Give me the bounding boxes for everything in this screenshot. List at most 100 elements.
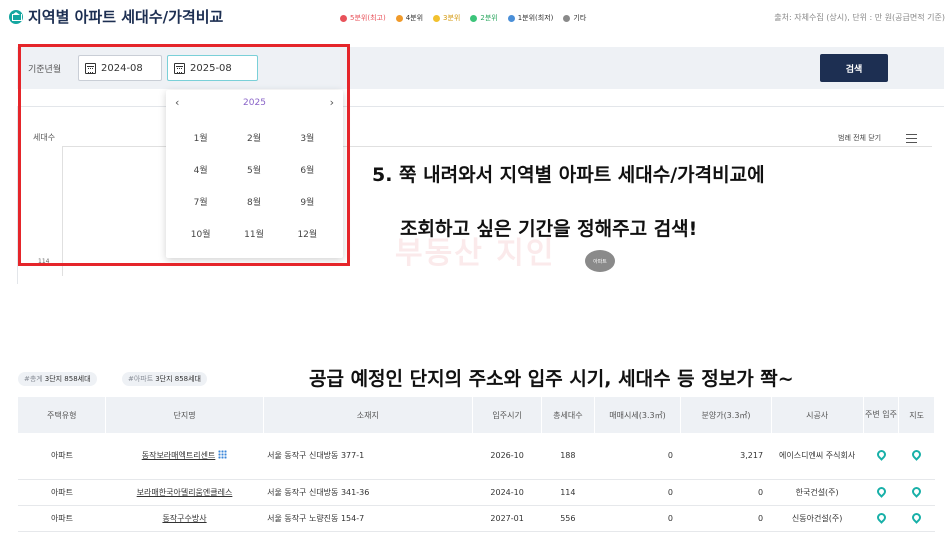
month-option[interactable]: 6월: [281, 164, 334, 178]
search-button[interactable]: 검색: [820, 54, 888, 82]
sale-price-cell: 0: [594, 505, 681, 532]
annotation-caption: 5. 쭉 내려와서 지역별 아파트 세대수/가격비교에: [372, 164, 765, 186]
badge-value: 3단지 858세대: [155, 375, 201, 383]
complex-link[interactable]: 동작구수방사: [162, 514, 206, 523]
legend-label: 1분위(최저): [517, 14, 554, 22]
address-cell: 서울 동작구 신대방동 377-1: [263, 433, 473, 480]
table-header-row: 주택유형 단지명 소재지 입주시기 총세대수 매매시세(3.3㎡) 분양가(3.…: [18, 397, 935, 433]
legend-dot: [507, 14, 515, 22]
map-pin-icon[interactable]: [874, 484, 888, 498]
legend-item[interactable]: 1분위(최저): [507, 13, 554, 23]
map-pin-icon[interactable]: [910, 510, 924, 524]
calendar-icon: [85, 62, 96, 74]
close-all-legends-button[interactable]: 범례 전체 닫기: [838, 133, 881, 143]
table-row: 아파트 동작보라매엑트리센트 서울 동작구 신대방동 377-1 2026-10…: [18, 433, 935, 480]
month-option[interactable]: 7월: [174, 196, 227, 210]
map-cell: [898, 505, 935, 532]
column-header: 매매시세(3.3㎡): [594, 397, 682, 433]
complex-link[interactable]: 보라매한국아델리움엔클레스: [137, 488, 233, 497]
legend-label: 5분위(최고): [350, 14, 386, 22]
watermark-badge: 아파트: [585, 250, 615, 272]
builder-cell: 한국건설(주): [771, 479, 864, 506]
page-header: 지역별 아파트 세대수/가격비교 5분위(최고) 4분위 3분위 2분위 1분위…: [0, 0, 947, 36]
complex-link[interactable]: 동작보라매엑트리센트: [142, 451, 216, 460]
legend-label: 기타: [573, 14, 587, 22]
table-row: 아파트 동작구수방사 서울 동작구 노량진동 154-7 2027-01 556…: [18, 505, 935, 532]
table-row: 아파트 보라매한국아델리움엔클레스 서울 동작구 신대방동 341-36 202…: [18, 479, 935, 506]
legend-label: 4분위: [405, 14, 424, 22]
column-header: 시공사: [771, 397, 864, 433]
builder-cell: 에이스디엔씨 주식회사: [771, 433, 864, 480]
quintile-legend: 5분위(최고) 4분위 3분위 2분위 1분위(최저) 기타: [340, 13, 586, 23]
start-month-value: 2024-08: [101, 62, 143, 74]
legend-item[interactable]: 4분위: [395, 13, 424, 23]
map-pin-icon[interactable]: [874, 448, 888, 462]
move-in-cell: 2024-10: [472, 479, 542, 506]
legend-item[interactable]: 3분위: [433, 13, 460, 23]
complex-cell: 동작보라매엑트리센트: [105, 433, 264, 480]
month-option[interactable]: 2월: [227, 132, 280, 146]
legend-dot: [433, 14, 441, 22]
hamburger-menu-icon[interactable]: [906, 134, 917, 143]
nearby-cell: [863, 505, 899, 532]
month-option[interactable]: 1월: [174, 132, 227, 146]
chart-y-label: 세대수: [33, 133, 56, 142]
legend-item[interactable]: 기타: [563, 13, 586, 23]
move-in-cell: 2027-01: [472, 505, 542, 532]
end-month-field[interactable]: 2025-08: [167, 55, 258, 81]
next-year-button[interactable]: ›: [330, 96, 334, 109]
end-month-value: 2025-08: [190, 62, 232, 74]
calendar-icon: [174, 62, 185, 74]
month-picker: ‹ 2025 › 1월 2월 3월 4월 5월 6월 7월 8월 9월 10월 …: [166, 90, 343, 258]
month-option[interactable]: 3월: [281, 132, 334, 146]
month-option[interactable]: 9월: [281, 196, 334, 210]
month-option[interactable]: 10월: [174, 228, 227, 242]
complex-cell: 보라매한국아델리움엔클레스: [105, 479, 264, 506]
start-month-field[interactable]: 2024-08: [78, 55, 162, 81]
legend-item[interactable]: 5분위(최고): [340, 13, 386, 23]
column-header: 입주시기: [472, 397, 543, 433]
map-pin-icon[interactable]: [910, 448, 924, 462]
units-cell: 556: [541, 505, 595, 532]
presale-price-cell: 0: [680, 479, 772, 506]
column-header: 단지명: [105, 397, 264, 433]
badge-value: 3단지 858세대: [44, 375, 91, 383]
column-header: 주택유형: [18, 397, 107, 433]
legend-item[interactable]: 2분위: [470, 13, 498, 23]
home-icon: [9, 10, 23, 24]
column-header: 총세대수: [541, 397, 595, 433]
month-grid: 1월 2월 3월 4월 5월 6월 7월 8월 9월 10월 11월 12월: [174, 132, 334, 242]
address-cell: 서울 동작구 노량진동 154-7: [263, 505, 473, 532]
nearby-cell: [863, 479, 899, 506]
month-option[interactable]: 5월: [227, 164, 280, 178]
legend-dot: [563, 14, 571, 22]
badge-prefix: #아파트: [128, 375, 154, 383]
nearby-cell: [863, 433, 899, 480]
grid-icon[interactable]: [218, 450, 228, 460]
annotation-caption: 조회하고 싶은 기간을 정해주고 검색!: [400, 218, 698, 240]
column-header: 지도: [898, 397, 935, 433]
legend-dot: [470, 14, 478, 22]
map-pin-icon[interactable]: [874, 510, 888, 524]
month-option[interactable]: 8월: [227, 196, 280, 210]
apartment-count-badge: #아파트 3단지 858세대: [122, 372, 207, 386]
units-cell: 114: [541, 479, 595, 506]
type-cell: 아파트: [18, 433, 106, 480]
month-option[interactable]: 4월: [174, 164, 227, 178]
month-option[interactable]: 11월: [227, 228, 280, 242]
map-cell: [898, 479, 935, 506]
month-option[interactable]: 12월: [281, 228, 334, 242]
legend-label: 2분위: [480, 14, 498, 22]
sale-price-cell: 0: [594, 479, 681, 506]
move-in-cell: 2026-10: [472, 433, 542, 480]
units-cell: 188: [541, 433, 595, 480]
column-header: 소재지: [263, 397, 474, 433]
map-pin-icon[interactable]: [910, 484, 924, 498]
chart-tick-label: 114: [38, 258, 50, 265]
sale-price-cell: 0: [594, 433, 681, 480]
map-cell: [898, 433, 935, 480]
column-header: 주변 입주: [863, 397, 900, 433]
type-cell: 아파트: [18, 479, 106, 506]
type-cell: 아파트: [18, 505, 106, 532]
annotation-caption: 공급 예정인 단지의 주소와 입주 시기, 세대수 등 정보가 쫙~: [309, 368, 794, 390]
